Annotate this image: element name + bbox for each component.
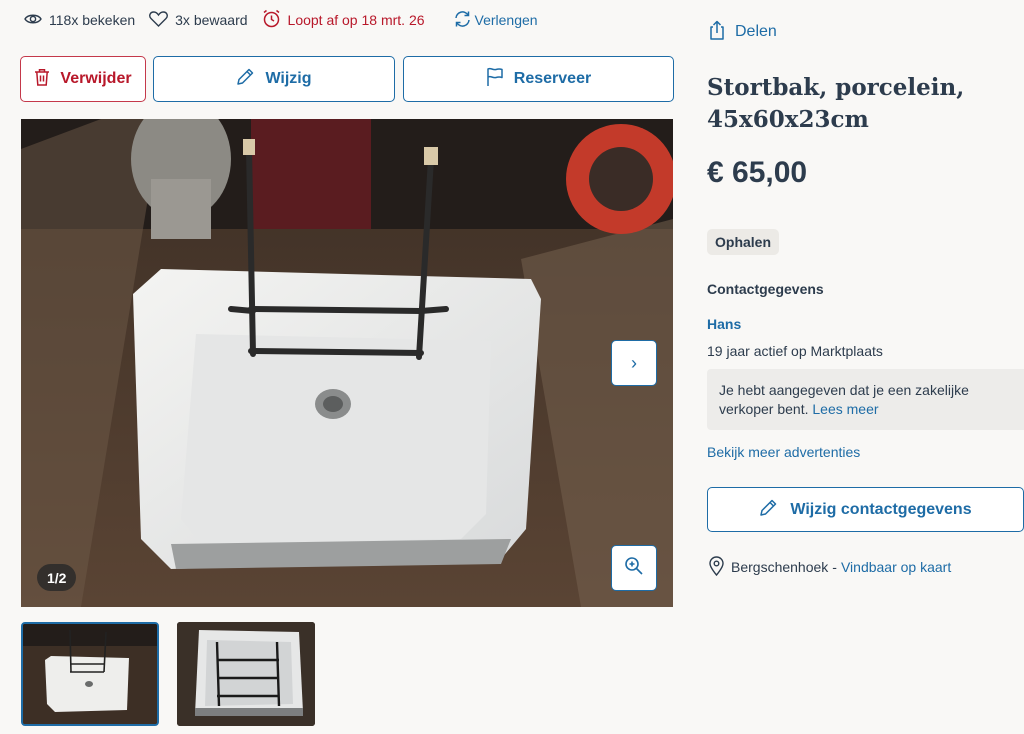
zoom-button[interactable] [611, 545, 657, 591]
edit-label: Wijzig [265, 70, 312, 87]
read-more-link[interactable]: Lees meer [812, 401, 878, 417]
share-button[interactable]: Delen [709, 20, 777, 44]
chevron-right-icon: › [631, 352, 637, 373]
saved-count: 3x bewaard [175, 12, 248, 28]
reserve-label: Reserveer [513, 70, 592, 87]
business-seller-notice: Je hebt aangegeven dat je een zakelijke … [707, 369, 1024, 430]
refresh-icon [453, 10, 475, 31]
thumbnail-2[interactable] [177, 622, 315, 726]
map-link[interactable]: Vindbaar op kaart [841, 559, 951, 575]
renew-label: Verlengen [474, 12, 538, 28]
views-count: 118x bekeken [49, 12, 136, 28]
next-image-button[interactable]: › [611, 340, 657, 386]
pencil-icon [759, 498, 790, 522]
alarm-clock-icon [262, 9, 288, 31]
listing-stats: 118x bekeken 3x bewaard Loopt af op 18 m… [24, 9, 552, 31]
edit-contact-label: Wijzig contactgegevens [790, 500, 972, 518]
renew-link[interactable]: Verlengen [453, 10, 538, 31]
expiry-stat: Loopt af op 18 mrt. 26 [262, 9, 425, 31]
edit-button[interactable]: Wijzig [153, 56, 395, 102]
sink-photo [21, 119, 673, 607]
seller-location: Bergschenhoek - Vindbaar op kaart [709, 555, 951, 579]
location-separator: - [832, 559, 837, 575]
seller-name-link[interactable]: Hans [707, 316, 741, 332]
listing-title: Stortbak, porcelein, 45x60x23cm [707, 74, 965, 133]
location-pin-icon [709, 555, 731, 579]
trash-icon [34, 68, 60, 91]
eye-icon [24, 12, 49, 29]
share-icon [709, 20, 735, 45]
contact-heading: Contactgegevens [707, 281, 824, 297]
pencil-icon [236, 67, 265, 91]
reserve-button[interactable]: Reserveer [403, 56, 674, 102]
zoom-in-icon [624, 556, 644, 581]
expiry-text: Loopt af op 18 mrt. 26 [287, 12, 425, 28]
thumbnail-sink-front [23, 624, 157, 724]
delete-label: Verwijder [60, 70, 132, 87]
thumbnail-sink-top [177, 622, 315, 726]
edit-contact-button[interactable]: Wijzig contactgegevens [707, 487, 1024, 532]
more-ads-link[interactable]: Bekijk meer advertenties [707, 444, 860, 460]
flag-icon [486, 67, 514, 92]
seller-active-since: 19 jaar actief op Marktplaats [707, 343, 883, 359]
views-stat: 118x bekeken [24, 12, 135, 29]
thumbnail-1[interactable] [21, 622, 159, 726]
city-name: Bergschenhoek [731, 559, 829, 575]
main-photo[interactable]: 1/2 › [21, 119, 673, 607]
delivery-badge: Ophalen [707, 229, 780, 255]
delete-button[interactable]: Verwijder [20, 56, 146, 102]
share-label: Delen [735, 23, 777, 40]
listing-price: € 65,00 [707, 156, 808, 189]
saved-stat: 3x bewaard [149, 10, 248, 30]
image-counter: 1/2 [37, 564, 77, 591]
heart-icon [149, 10, 175, 30]
